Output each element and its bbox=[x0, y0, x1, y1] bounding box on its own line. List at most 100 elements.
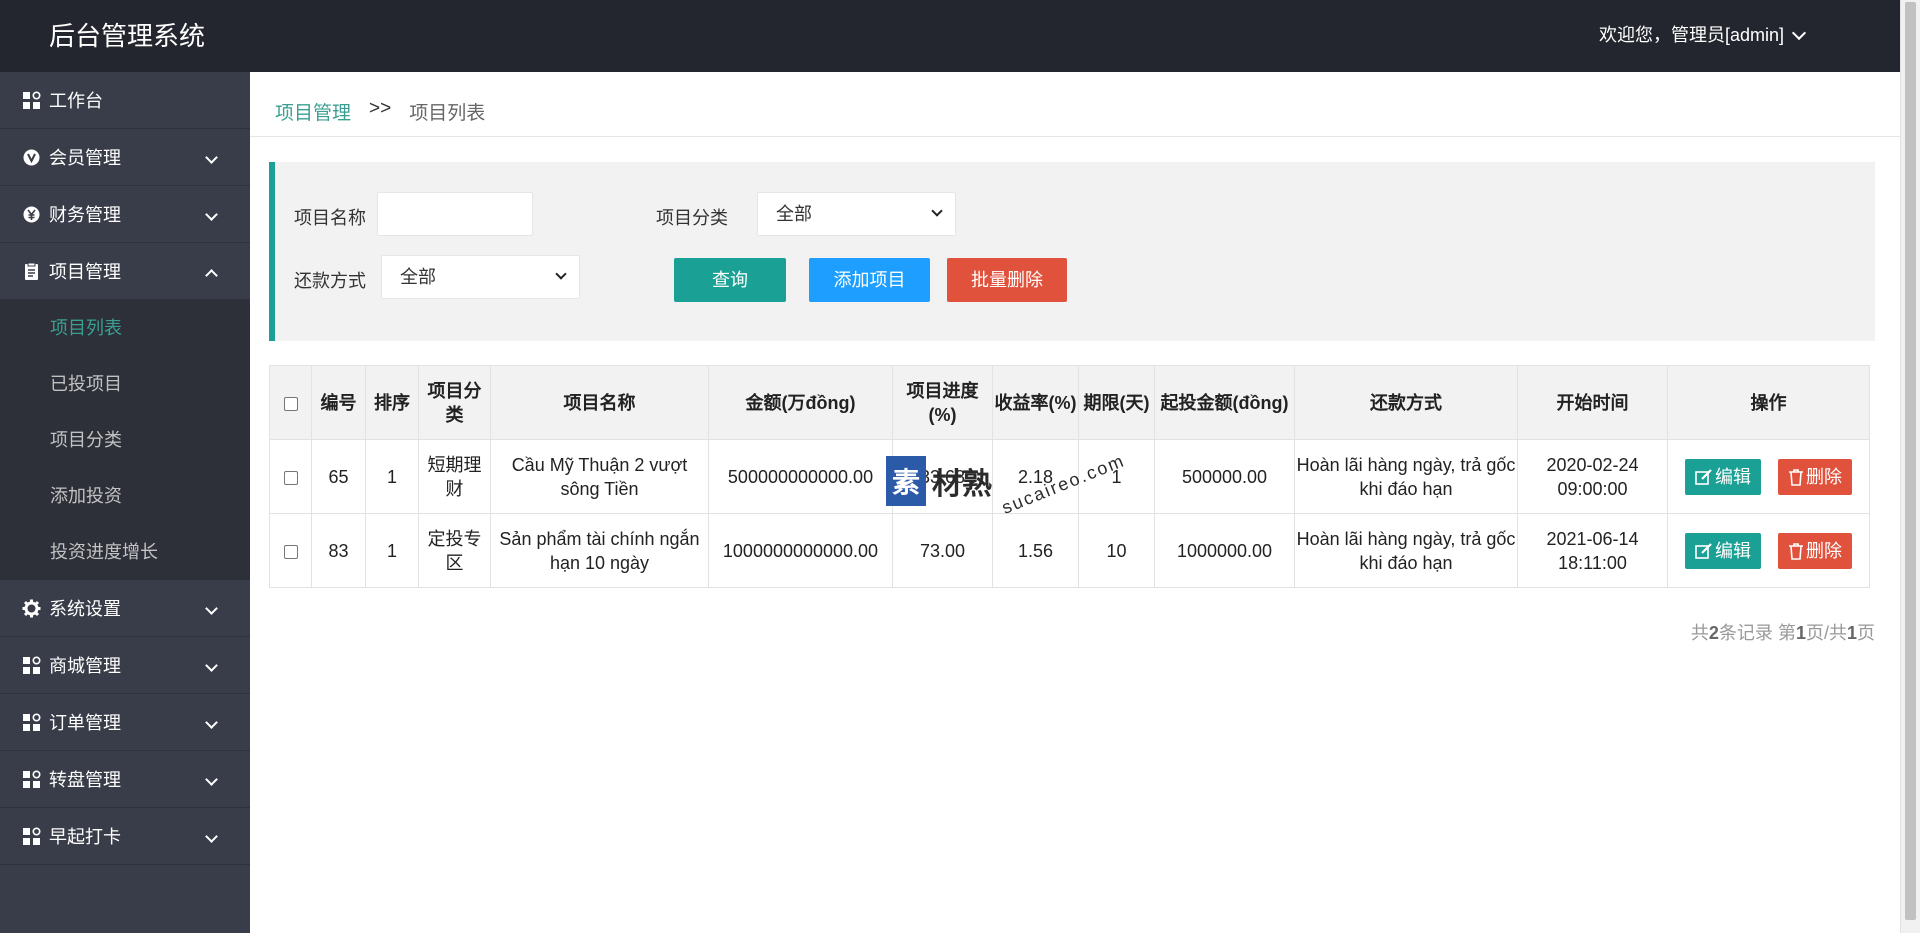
sidebar-item-finance[interactable]: 财务管理 bbox=[0, 186, 250, 243]
cell-term: 10 bbox=[1078, 513, 1155, 588]
pager-text: 条记录 第 bbox=[1718, 623, 1796, 643]
sidebar-item-label: 财务管理 bbox=[49, 205, 121, 225]
chevron-down-icon bbox=[205, 602, 218, 615]
sidebar: 工作台 会员管理 财务管理 项目管理 项目列表 已投项目 项目分类 添加投资 投… bbox=[0, 72, 250, 933]
column-header: 排序 bbox=[365, 365, 419, 440]
chevron-down-icon bbox=[555, 268, 567, 280]
cell-min-invest: 500000.00 bbox=[1154, 439, 1295, 514]
cell-actions: 编辑 删除 bbox=[1667, 513, 1870, 588]
sidebar-item-label: 工作台 bbox=[49, 91, 103, 111]
start-date: 2021-06-14 bbox=[1546, 528, 1639, 549]
project-name-label: 项目名称 bbox=[294, 208, 366, 228]
project-name-input[interactable] bbox=[377, 192, 533, 236]
sidebar-item-settings[interactable]: 系统设置 bbox=[0, 580, 250, 637]
edit-icon bbox=[1695, 468, 1712, 485]
cell-rate: 1.56 bbox=[992, 513, 1079, 588]
user-greeting: 欢迎您，管理员[admin] bbox=[1598, 25, 1784, 45]
column-header: 金额(万đồng) bbox=[708, 365, 893, 440]
clipboard-icon bbox=[22, 262, 41, 281]
start-clock: 09:00:00 bbox=[1557, 478, 1628, 499]
chevron-down-icon bbox=[205, 716, 218, 729]
column-header: 编号 bbox=[311, 365, 366, 440]
edit-button[interactable]: 编辑 bbox=[1684, 458, 1761, 495]
submenu-item-project-list[interactable]: 项目列表 bbox=[0, 300, 250, 356]
cell-start-time: 2020-02-24 09:00:00 bbox=[1517, 439, 1668, 514]
chevron-down-icon bbox=[205, 208, 218, 221]
row-checkbox[interactable] bbox=[283, 544, 298, 559]
table-header-row: 编号 排序 项目分类 项目名称 金额(万đồng) 项目进度(%) 收益率(%)… bbox=[269, 365, 1870, 440]
dashboard-icon bbox=[22, 655, 41, 675]
column-header: 项目名称 bbox=[490, 365, 709, 440]
delete-label: 删除 bbox=[1806, 466, 1842, 487]
pager-text: 共 bbox=[1690, 623, 1709, 643]
trash-icon bbox=[1789, 542, 1803, 560]
main-content: 项目管理 >> 项目列表 项目名称 项目分类 全部 还款方式 全部 查询 添加项… bbox=[250, 72, 1900, 933]
delete-label: 删除 bbox=[1806, 540, 1842, 561]
table-row: 83 1 定投专区 Sản phẩm tài chính ngắn hạn 10… bbox=[269, 513, 1870, 588]
cell-sort: 1 bbox=[365, 513, 419, 588]
watermark-logo: 素 bbox=[886, 456, 926, 506]
chevron-down-icon bbox=[931, 205, 943, 217]
dashboard-icon bbox=[22, 90, 41, 110]
delete-button[interactable]: 删除 bbox=[1778, 532, 1852, 569]
dashboard-icon bbox=[22, 826, 41, 846]
sidebar-item-projects[interactable]: 项目管理 bbox=[0, 243, 250, 300]
project-category-label: 项目分类 bbox=[656, 208, 728, 228]
sidebar-item-orders[interactable]: 订单管理 bbox=[0, 694, 250, 751]
chevron-down-icon bbox=[205, 151, 218, 164]
start-clock: 18:11:00 bbox=[1558, 552, 1627, 573]
breadcrumb-separator: >> bbox=[369, 98, 392, 119]
pager-page: 1 bbox=[1795, 623, 1806, 643]
cell-sort: 1 bbox=[365, 439, 419, 514]
repay-method-select[interactable]: 全部 bbox=[381, 255, 580, 299]
pager-pages: 1 bbox=[1846, 623, 1857, 643]
vertical-scrollbar[interactable] bbox=[1900, 0, 1920, 933]
edit-label: 编辑 bbox=[1714, 466, 1751, 487]
sidebar-item-label: 转盘管理 bbox=[49, 770, 121, 790]
column-header: 操作 bbox=[1667, 365, 1870, 440]
add-project-button[interactable]: 添加项目 bbox=[809, 258, 930, 302]
column-header: 还款方式 bbox=[1294, 365, 1518, 440]
column-header: 收益率(%) bbox=[992, 365, 1079, 440]
batch-delete-button[interactable]: 批量删除 bbox=[947, 258, 1067, 302]
sidebar-item-workbench[interactable]: 工作台 bbox=[0, 72, 250, 129]
column-header: 开始时间 bbox=[1517, 365, 1668, 440]
sidebar-item-label: 早起打卡 bbox=[49, 827, 121, 847]
scrollbar-thumb[interactable] bbox=[1905, 2, 1916, 920]
sidebar-item-members[interactable]: 会员管理 bbox=[0, 129, 250, 186]
select-all-cell bbox=[269, 365, 312, 440]
search-button[interactable]: 查询 bbox=[674, 258, 786, 302]
cell-min-invest: 1000000.00 bbox=[1154, 513, 1295, 588]
row-select-cell bbox=[269, 439, 312, 514]
delete-button[interactable]: 删除 bbox=[1778, 458, 1852, 495]
sidebar-item-wheel[interactable]: 转盘管理 bbox=[0, 751, 250, 808]
top-header: 后台管理系统 欢迎您，管理员[admin] bbox=[0, 0, 1900, 72]
submenu-item-add-investment[interactable]: 添加投资 bbox=[0, 468, 250, 524]
sidebar-item-label: 商城管理 bbox=[49, 656, 121, 676]
project-category-value: 全部 bbox=[776, 204, 812, 224]
select-all-checkbox[interactable] bbox=[283, 396, 298, 411]
chevron-down-icon bbox=[205, 773, 218, 786]
gear-icon bbox=[22, 599, 41, 618]
column-header: 起投金额(đồng) bbox=[1154, 365, 1295, 440]
edit-button[interactable]: 编辑 bbox=[1684, 532, 1761, 569]
cell-amount: 500000000000.00 bbox=[708, 439, 893, 514]
submenu-item-invested-projects[interactable]: 已投项目 bbox=[0, 356, 250, 412]
submenu-item-investment-progress[interactable]: 投资进度增长 bbox=[0, 524, 250, 580]
edit-icon bbox=[1695, 542, 1712, 559]
row-checkbox[interactable] bbox=[283, 470, 298, 485]
project-category-select[interactable]: 全部 bbox=[757, 192, 956, 236]
chevron-down-icon bbox=[1791, 25, 1807, 40]
filter-panel: 项目名称 项目分类 全部 还款方式 全部 查询 添加项目 批量删除 bbox=[269, 162, 1875, 341]
chevron-up-icon bbox=[205, 269, 218, 282]
divider bbox=[250, 136, 1900, 137]
user-menu[interactable]: 欢迎您，管理员[admin] bbox=[1598, 0, 1807, 70]
row-select-cell bbox=[269, 513, 312, 588]
repay-method-label: 还款方式 bbox=[294, 271, 366, 291]
submenu-item-project-categories[interactable]: 项目分类 bbox=[0, 412, 250, 468]
sidebar-item-checkin[interactable]: 早起打卡 bbox=[0, 808, 250, 865]
cell-repay: Hoàn lãi hàng ngày, trả gốc khi đáo hạn bbox=[1294, 439, 1518, 514]
breadcrumb-parent-link[interactable]: 项目管理 bbox=[275, 98, 351, 125]
sidebar-item-mall[interactable]: 商城管理 bbox=[0, 637, 250, 694]
cell-progress: 73.00 bbox=[892, 513, 993, 588]
